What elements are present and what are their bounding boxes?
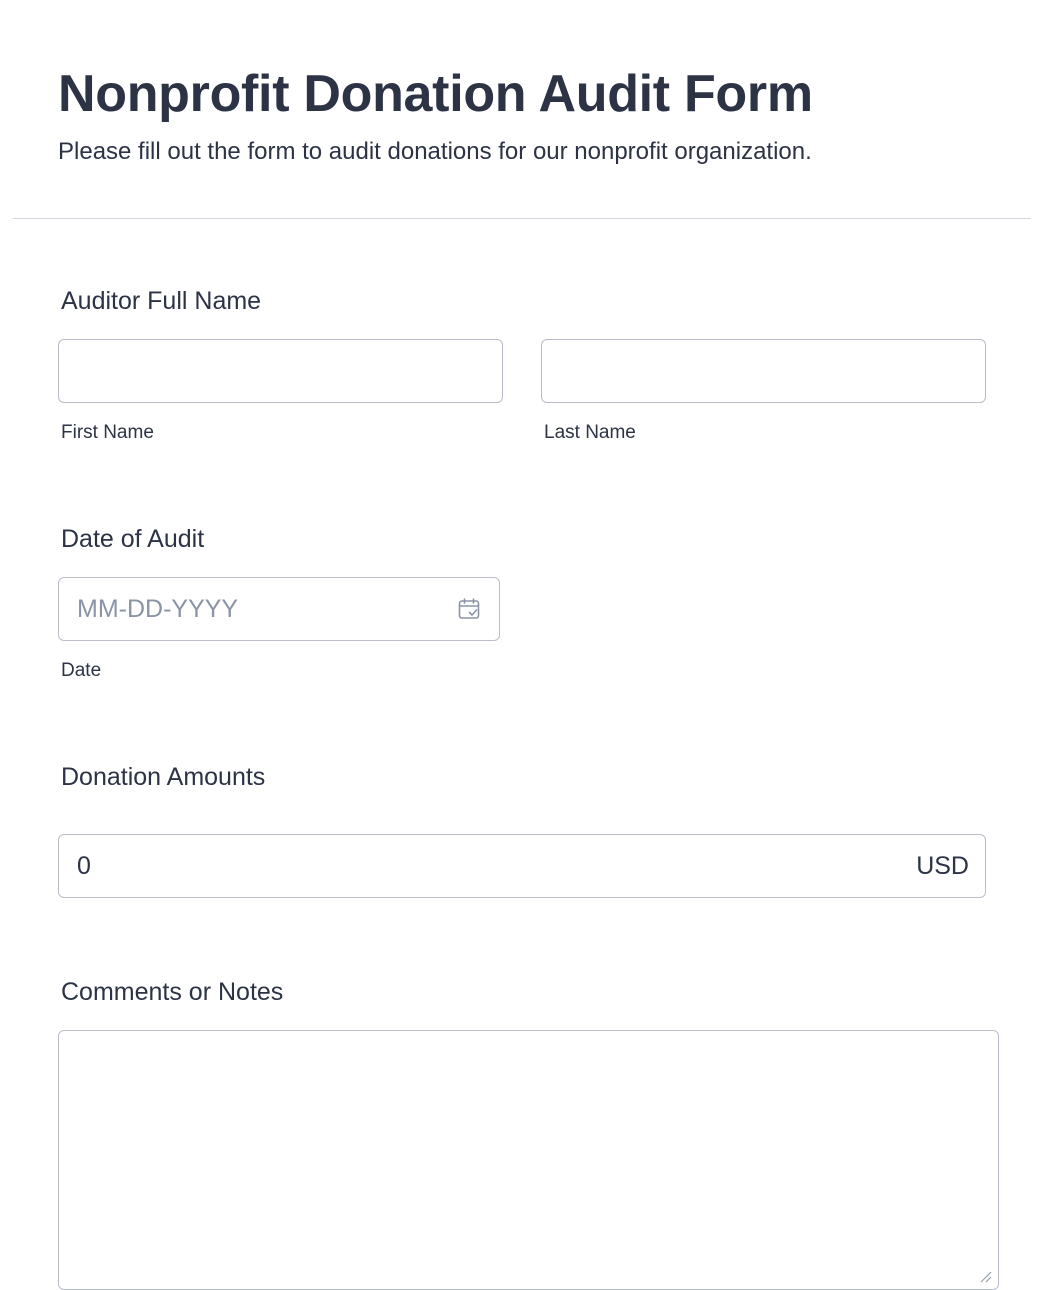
header-divider xyxy=(13,218,1031,219)
audit-date-label: Date of Audit xyxy=(61,525,205,553)
resize-handle-icon[interactable] xyxy=(978,1269,992,1283)
form-header: Nonprofit Donation Audit Form Please fil… xyxy=(58,62,1018,168)
audit-date-input[interactable]: MM-DD-YYYY xyxy=(58,577,500,641)
currency-suffix: USD xyxy=(916,852,969,880)
first-name-input[interactable] xyxy=(58,339,503,403)
calendar-icon[interactable] xyxy=(457,597,481,621)
first-name-sublabel: First Name xyxy=(61,422,154,443)
donation-amounts-label: Donation Amounts xyxy=(61,763,266,791)
auditor-name-label: Auditor Full Name xyxy=(61,287,262,315)
audit-date-placeholder: MM-DD-YYYY xyxy=(77,595,239,623)
form-title: Nonprofit Donation Audit Form xyxy=(58,65,813,123)
comments-label: Comments or Notes xyxy=(61,978,284,1006)
form-subtitle: Please fill out the form to audit donati… xyxy=(58,138,812,165)
last-name-sublabel: Last Name xyxy=(544,422,636,443)
last-name-input[interactable] xyxy=(541,339,986,403)
audit-date-sublabel: Date xyxy=(61,660,102,681)
comments-textarea[interactable] xyxy=(58,1030,999,1290)
donation-amount-input[interactable]: 0 USD xyxy=(58,834,986,898)
donation-amount-value: 0 xyxy=(77,852,91,880)
